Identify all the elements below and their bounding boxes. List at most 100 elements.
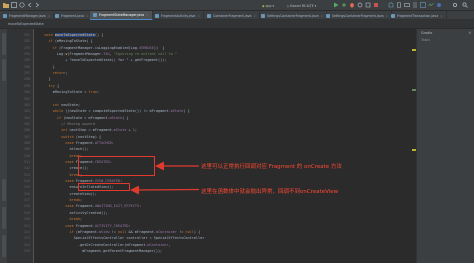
inspector-icon[interactable] — [436, 2, 442, 8]
line-number[interactable]: 321 — [24, 224, 30, 229]
code-line[interactable]: break; — [70, 198, 83, 203]
code-line[interactable]: if (FragmentManager.isLoggingEnabled(Log… — [53, 46, 165, 51]
save-icon[interactable] — [11, 2, 17, 8]
structure-icon[interactable] — [412, 2, 418, 8]
code-line[interactable]: while ((newState = computeExpectedState(… — [53, 109, 190, 114]
close-icon[interactable]: × — [197, 14, 200, 18]
resource-manager-button[interactable] — [2, 59, 6, 81]
code-line[interactable]: if (mFragment.mView != null && mFragment… — [70, 230, 201, 235]
tab-fragment-transaction[interactable]: FragmentTransaction.java × — [388, 11, 447, 20]
line-number[interactable]: 323 — [24, 236, 30, 241]
favorites-tool-button[interactable] — [2, 207, 6, 229]
line-number[interactable]: 303 — [24, 109, 30, 114]
stop-icon[interactable] — [373, 2, 379, 8]
profile-icon[interactable] — [357, 2, 363, 8]
tab-settings-container-fragment-2[interactable]: SettingsContainerFragment.java × — [323, 11, 393, 20]
build-variants-button[interactable] — [2, 235, 6, 257]
run-config-selector[interactable]: ◆ app ▾ — [262, 1, 274, 10]
code-line[interactable]: } — [49, 77, 51, 82]
code-line[interactable]: case Fragment.AWAITING_EXIT_EFFECTS: — [65, 204, 141, 209]
apply-changes-icon[interactable] — [341, 2, 347, 8]
line-number[interactable]: 292 — [24, 39, 30, 44]
gear-icon[interactable]: ⚙ — [469, 30, 471, 35]
device-manager-icon[interactable] — [404, 2, 410, 8]
tab-container-fragment[interactable]: ContainerFragment.java × — [204, 11, 261, 20]
line-number[interactable]: 301 — [24, 97, 30, 102]
run-icon[interactable] — [333, 2, 339, 8]
code-line[interactable]: int newState; — [53, 103, 80, 108]
code-line[interactable]: break; — [70, 217, 83, 222]
line-number[interactable]: 312 — [24, 166, 30, 171]
line-number[interactable]: 325 — [24, 249, 30, 254]
forward-icon[interactable] — [34, 2, 40, 8]
folder-icon[interactable] — [3, 2, 9, 8]
code-line[interactable]: mFragment.getParentFragmentManager()); — [82, 249, 162, 254]
line-number[interactable]: 300 — [24, 90, 30, 95]
line-number[interactable]: 294 — [24, 52, 30, 57]
close-icon[interactable]: × — [254, 14, 257, 18]
code-line[interactable]: Log.v(FragmentManager.TAG, "Ignoring re-… — [57, 52, 177, 57]
code-editor[interactable]: void moveToExpectedState() {if (mMovingT… — [34, 29, 416, 263]
code-line[interactable]: + "moveToExpectedState() for " + getFrag… — [65, 58, 166, 63]
tab-fragment-state-manager[interactable]: FragmentStateManager.java × — [90, 11, 153, 20]
code-line[interactable]: case Fragment.ACTIVITY_CREATED: — [65, 224, 130, 229]
code-line[interactable]: try { — [49, 84, 60, 89]
code-line[interactable]: return; — [53, 71, 68, 76]
line-number[interactable]: 317 — [24, 198, 30, 203]
line-number[interactable]: 314 — [24, 179, 30, 184]
line-number[interactable]: 296 — [24, 65, 30, 70]
code-line[interactable]: mMovingToState = true; — [53, 90, 99, 95]
line-number[interactable]: 308 — [24, 141, 30, 146]
line-number[interactable]: 304 — [24, 116, 30, 121]
attach-debugger-icon[interactable] — [365, 2, 371, 8]
back-icon[interactable] — [27, 2, 33, 8]
line-number[interactable]: 315 — [24, 185, 30, 190]
breadcrumb[interactable]: moveToExpectedState — [0, 20, 474, 29]
code-line[interactable]: SpecialEffectsController controller = Sp… — [74, 236, 205, 241]
code-line[interactable]: int nextStep = mFragment.mState + 1; — [61, 128, 137, 133]
layout-inspector-icon[interactable] — [420, 2, 426, 8]
tab-fragment-activity[interactable]: FragmentActivity.java × — [152, 11, 204, 20]
line-number[interactable]: 322 — [24, 230, 30, 235]
code-line[interactable]: } — [53, 65, 55, 70]
tab-fragment-manager[interactable]: FragmentManager.java × — [0, 11, 55, 20]
code-line[interactable]: createView(); — [70, 192, 97, 197]
line-number[interactable]: 313 — [24, 173, 30, 178]
close-icon[interactable]: × — [146, 13, 149, 17]
line-number[interactable]: 297 — [24, 71, 30, 76]
line-number[interactable]: 306 — [24, 128, 30, 133]
line-number[interactable]: 320 — [24, 217, 30, 222]
code-line[interactable]: case Fragment.ATTACHED: — [65, 141, 113, 146]
profiler-icon[interactable] — [428, 2, 434, 8]
code-line[interactable]: if (mMovingToState) { — [49, 39, 93, 44]
code-line[interactable]: attach(); — [70, 147, 89, 152]
line-number[interactable]: 305 — [24, 122, 30, 127]
close-icon[interactable]: × — [86, 14, 89, 18]
sdk-manager-icon[interactable] — [388, 2, 394, 8]
tab-settings-container-fragment[interactable]: SettingsContainerFragment.java × — [258, 11, 328, 20]
code-line[interactable]: switch (nextStep) { — [61, 135, 101, 140]
line-number[interactable]: 299 — [24, 84, 30, 89]
close-icon[interactable]: × — [48, 14, 51, 18]
structure-tool-button[interactable] — [2, 179, 6, 201]
device-selector[interactable]: ▯ Xiaomi MI 4LTE ▾ — [287, 1, 316, 10]
line-number[interactable]: 298 — [24, 77, 30, 82]
code-line[interactable]: activityCreated(); — [70, 211, 108, 216]
line-number[interactable]: 302 — [24, 103, 30, 108]
line-number[interactable]: 309 — [24, 147, 30, 152]
project-tool-button[interactable] — [2, 33, 6, 55]
line-number[interactable]: 307 — [24, 135, 30, 140]
code-line[interactable]: void moveToExpectedState() { — [44, 33, 103, 38]
gear-icon[interactable] — [452, 2, 458, 8]
code-line[interactable]: if (newState > mFragment.mState) { — [57, 116, 129, 121]
line-number[interactable]: 318 — [24, 204, 30, 209]
avd-manager-icon[interactable] — [396, 2, 402, 8]
line-number[interactable]: 319 — [24, 211, 30, 216]
code-line[interactable]: // Moving upward — [61, 122, 95, 127]
line-number[interactable]: 316 — [24, 192, 30, 197]
line-number[interactable]: 293 — [24, 46, 30, 51]
line-number[interactable]: 295 — [24, 58, 30, 63]
line-number[interactable]: 291 — [24, 33, 30, 38]
sync-icon[interactable] — [19, 2, 25, 8]
debug-icon[interactable] — [349, 2, 355, 8]
